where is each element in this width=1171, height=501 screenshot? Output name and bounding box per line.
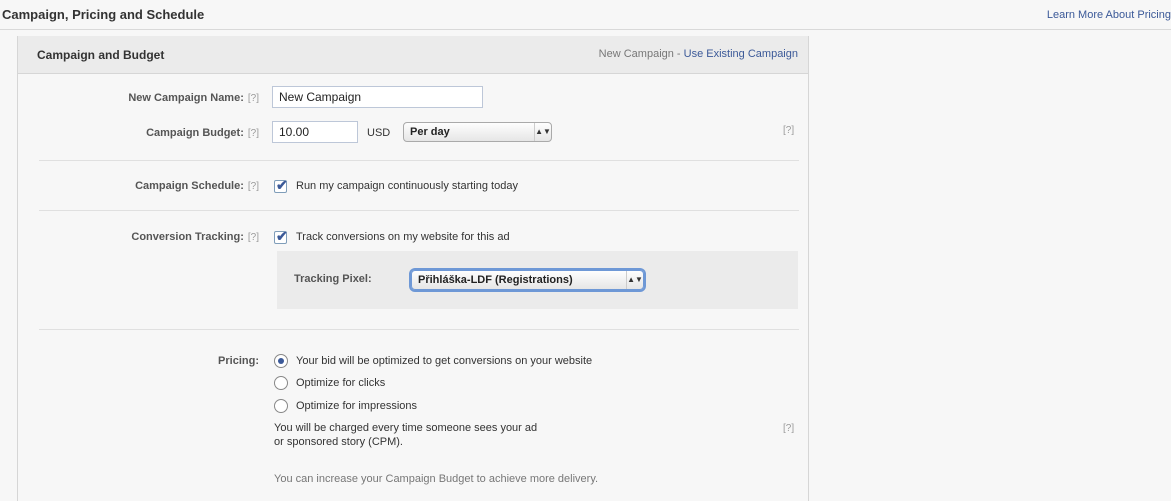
pricing-radio-impressions[interactable] [274,399,288,413]
campaign-budget-help-icon[interactable]: [?] [248,128,259,139]
new-campaign-text: New Campaign - [598,48,684,60]
tracking-pixel-value: Přihláška-LDF (Registrations) [418,274,573,286]
campaign-budget-panel: Campaign and Budget New Campaign - Use E… [17,36,809,501]
pricing-radio-clicks[interactable] [274,376,288,390]
campaign-name-label: New Campaign Name: [?] [128,92,259,104]
pricing-label: Pricing: [218,355,259,367]
tracking-pixel-label: Tracking Pixel: [294,273,372,285]
section-title: Campaign, Pricing and Schedule [2,7,205,22]
campaign-schedule-label: Campaign Schedule: [?] [135,180,259,192]
panel-title: Campaign and Budget [37,48,165,62]
budget-period-value: Per day [410,126,450,138]
conversion-tracking-label: Conversion Tracking: [?] [131,231,259,243]
use-existing-campaign-link[interactable]: Use Existing Campaign [684,48,798,60]
conversion-checkbox-label: Track conversions on my website for this… [296,231,510,243]
schedule-checkbox-label: Run my campaign continuously starting to… [296,180,518,192]
campaign-name-label-text: New Campaign Name: [128,92,244,104]
select-arrows-icon: ▲▼ [534,123,551,141]
select-arrows-icon: ▲▼ [626,271,643,289]
checkmark-icon: ✔ [276,177,288,193]
schedule-checkbox[interactable]: ✔ [274,177,288,193]
campaign-name-input[interactable]: New Campaign [272,86,483,108]
campaign-name-help-icon[interactable]: [?] [248,93,259,104]
learn-more-pricing-link[interactable]: Learn More About Pricing [1047,9,1171,21]
budget-period-select[interactable]: Per day ▲▼ [403,122,552,142]
pricing-option-impressions: Optimize for impressions [296,400,418,412]
pricing-option-clicks: Optimize for clicks [296,377,386,389]
tracking-pixel-select[interactable]: Přihláška-LDF (Registrations) ▲▼ [411,270,644,290]
divider [39,160,799,161]
campaign-budget-input[interactable]: 10.00 [272,121,358,143]
budget-help-icon-right[interactable]: [?] [783,125,794,136]
tracking-pixel-box: Tracking Pixel: Přihláška-LDF (Registrat… [277,251,798,309]
title-divider [0,29,1171,30]
budget-delivery-note: You can increase your Campaign Budget to… [274,473,599,485]
campaign-budget-label-text: Campaign Budget: [146,127,244,139]
currency-label: USD [367,127,391,139]
pricing-option-conversions: Your bid will be optimized to get conver… [296,355,593,367]
checkmark-icon: ✔ [276,228,288,244]
campaign-mode-links: New Campaign - Use Existing Campaign [599,48,798,60]
panel-header: Campaign and Budget New Campaign - Use E… [18,36,808,74]
campaign-schedule-help-icon[interactable]: [?] [248,181,259,192]
divider [39,210,799,211]
conversion-tracking-label-text: Conversion Tracking: [131,231,244,243]
divider [39,329,799,330]
campaign-schedule-label-text: Campaign Schedule: [135,180,244,192]
pricing-note-line1: You will be charged every time someone s… [274,422,538,434]
radio-selected-dot [278,358,284,364]
conversion-tracking-help-icon[interactable]: [?] [248,232,259,243]
pricing-radio-conversions[interactable] [274,354,288,368]
pricing-note-line2: or sponsored story (CPM). [274,436,403,448]
pricing-help-icon-right[interactable]: [?] [783,423,794,434]
campaign-budget-label: Campaign Budget: [?] [146,127,259,139]
conversion-checkbox[interactable]: ✔ [274,228,288,244]
